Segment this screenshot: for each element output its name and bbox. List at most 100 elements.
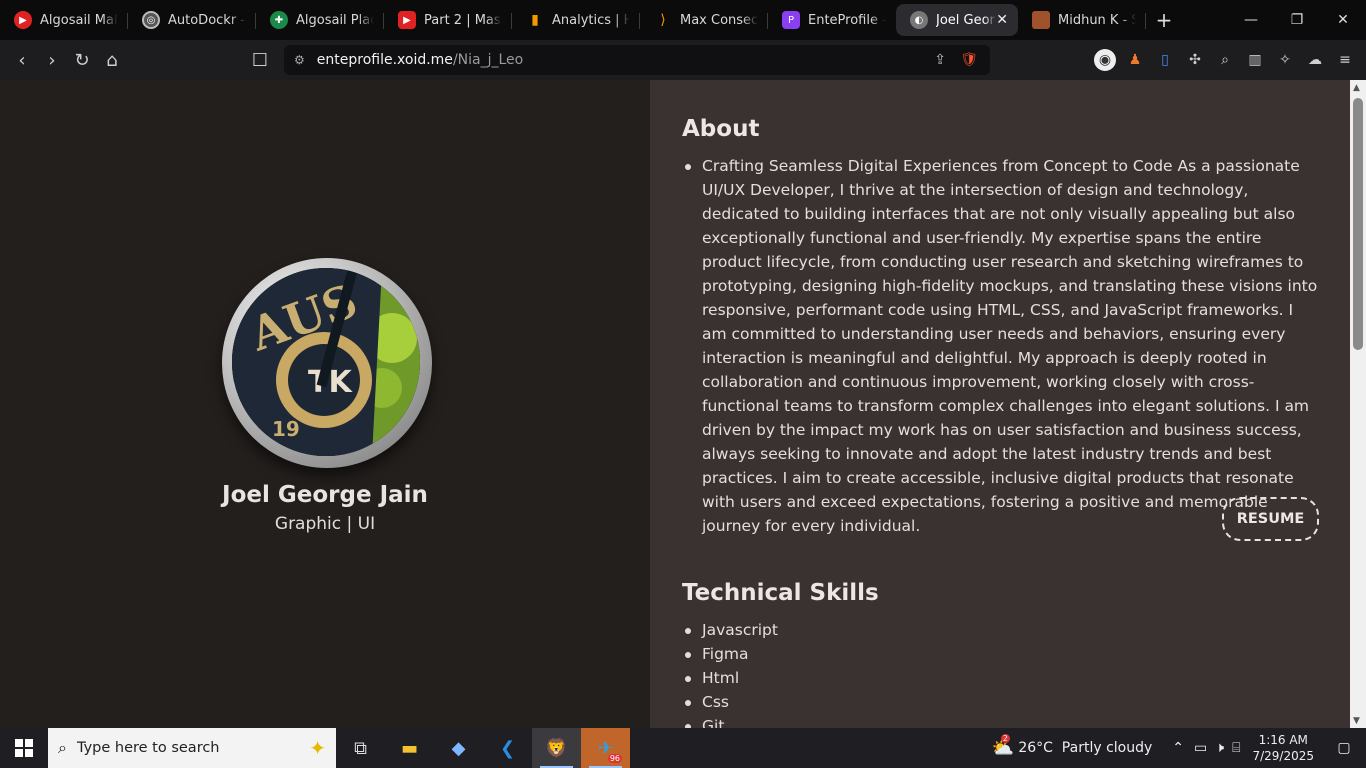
tab-label: Midhun K - So xyxy=(1058,12,1136,28)
about-text: Crafting Seamless Digital Experiences fr… xyxy=(682,154,1322,538)
youtube-icon: ▶ xyxy=(14,11,32,29)
forward-icon[interactable]: › xyxy=(37,45,67,75)
brave-shields-icon[interactable]: 🛡 xyxy=(960,52,978,68)
share-icon[interactable]: ⇪ xyxy=(934,52,946,68)
avatar-frame: AUS TK 19 xyxy=(222,258,432,468)
weather-icon[interactable]: ⛅ 2 xyxy=(992,733,1014,759)
copilot-sparkle-icon: ✦ xyxy=(309,736,326,760)
sidebar-icon[interactable]: ▥ xyxy=(1244,49,1266,71)
skill-item: Git xyxy=(682,714,778,728)
network-icon[interactable]: ⌸ xyxy=(1232,740,1240,756)
about-heading: About xyxy=(682,116,760,142)
vpn-icon[interactable]: ☁ xyxy=(1304,49,1326,71)
show-hidden-icons-icon[interactable]: ⌃ xyxy=(1172,740,1184,756)
skill-item: Figma xyxy=(682,642,778,666)
url-host: enteprofile.xoid.me xyxy=(316,52,453,68)
window-controls: — ❐ ✕ xyxy=(1228,0,1366,40)
clock[interactable]: 1:16 AM 7/29/2025 xyxy=(1244,732,1322,764)
scrollbar-thumb[interactable] xyxy=(1353,98,1363,350)
tab-label: Max Consecuti xyxy=(680,12,758,28)
tab-joel-george-active[interactable]: ◐ Joel Georg ✕ xyxy=(896,4,1018,36)
page-scrollbar[interactable]: ▲ ▼ xyxy=(1350,80,1366,728)
tab-label: Analytics | Hom xyxy=(552,12,630,28)
battery-icon[interactable]: ▭ xyxy=(1194,740,1207,756)
copilot-icon[interactable]: ◆ xyxy=(434,728,483,768)
browser-tab-strip: ▶ Algosail Malaya ◎ AutoDockr - A ✚ Algo… xyxy=(0,0,1366,40)
tab-label: AutoDockr - A xyxy=(168,12,246,28)
minimize-icon[interactable]: — xyxy=(1228,0,1274,40)
tab-label: Algosail Placem xyxy=(296,12,374,28)
webpage: AUS TK 19 Joel George Jain Graphic | UI … xyxy=(0,80,1366,728)
address-bar[interactable]: ⚙ enteprofile.xoid.me/Nia_j_Leo ⇪ 🛡 xyxy=(284,45,990,75)
bookmark-icon[interactable]: ☐ xyxy=(245,45,275,75)
weather-badge: 2 xyxy=(1000,733,1010,743)
scroll-down-icon[interactable]: ▼ xyxy=(1353,716,1360,726)
menu-icon[interactable]: ≡ xyxy=(1334,49,1356,71)
home-icon[interactable]: ⌂ xyxy=(97,45,127,75)
clock-date: 7/29/2025 xyxy=(1252,749,1314,763)
skill-item: Javascript xyxy=(682,618,778,642)
leo-ai-icon[interactable]: ✧ xyxy=(1274,49,1296,71)
profile-panel: AUS TK 19 Joel George Jain Graphic | UI xyxy=(0,80,650,728)
taskbar-search-placeholder: Type here to search xyxy=(76,740,220,756)
tab-algosail-malayalam[interactable]: ▶ Algosail Malaya xyxy=(0,4,128,36)
url-path: /Nia_j_Leo xyxy=(452,52,524,68)
restore-icon[interactable]: ❐ xyxy=(1274,0,1320,40)
close-window-icon[interactable]: ✕ xyxy=(1320,0,1366,40)
enteprofile-icon: P xyxy=(782,11,800,29)
windows-start-icon[interactable] xyxy=(0,728,48,768)
tab-part-2-master[interactable]: ▶ Part 2 | Master xyxy=(384,4,512,36)
algosail-icon: ✚ xyxy=(270,11,288,29)
weather-text[interactable]: 26°C Partly cloudy xyxy=(1018,740,1152,756)
extension-blue-icon[interactable]: ▯ xyxy=(1154,49,1176,71)
back-icon[interactable]: ‹ xyxy=(7,45,37,75)
skill-item: Css xyxy=(682,690,778,714)
leetcode-icon: ⟩ xyxy=(660,12,666,28)
new-tab-button[interactable]: + xyxy=(1146,8,1182,32)
resume-button[interactable]: RESUME xyxy=(1222,497,1319,541)
profile-role: Graphic | UI xyxy=(274,514,376,534)
system-tray: ⛅ 2 26°C Partly cloudy ⌃ ▭ 🕨 ⌸ 1:16 AM 7/… xyxy=(992,728,1366,768)
svg-text:19: 19 xyxy=(272,417,300,441)
tab-label: EnteProfile - Lo xyxy=(808,12,886,28)
tab-enteprofile[interactable]: P EnteProfile - Lo xyxy=(768,4,896,36)
volume-icon[interactable]: 🕨 xyxy=(1215,740,1224,756)
tab-algosail-placement[interactable]: ✚ Algosail Placem xyxy=(256,4,384,36)
tab-analytics[interactable]: ▮ Analytics | Hom xyxy=(512,4,640,36)
skills-heading: Technical Skills xyxy=(682,580,879,606)
close-tab-icon[interactable]: ✕ xyxy=(996,12,1008,28)
extensions-area: ◉ ♟ ▯ ✣ ⌕ ▥ ✧ ☁ ≡ xyxy=(1094,45,1356,75)
profile-photo-icon xyxy=(1032,11,1050,29)
notifications-icon[interactable]: ▢ xyxy=(1322,740,1366,756)
tab-label: Part 2 | Master xyxy=(424,12,502,28)
windows-taskbar: ⌕ Type here to search ✦ ⧉ ▬ ◆ ❮ 🦁 ✈ 96 ⛅ 2… xyxy=(0,728,1366,768)
site-settings-icon[interactable]: ⚙ xyxy=(294,53,305,67)
file-explorer-icon[interactable]: ▬ xyxy=(385,728,434,768)
telegram-taskbar-icon[interactable]: ✈ 96 xyxy=(581,728,630,768)
profile-favicon-icon: ◐ xyxy=(910,11,928,29)
search-icon: ⌕ xyxy=(58,738,67,757)
tab-label: Algosail Malaya xyxy=(40,12,118,28)
profile-name: Joel George Jain xyxy=(222,482,428,508)
skills-list: Javascript Figma Html Css Git xyxy=(682,618,778,728)
telegram-badge: 96 xyxy=(607,754,622,763)
extensions-puzzle-icon[interactable]: ✣ xyxy=(1184,49,1206,71)
extension-orange-icon[interactable]: ♟ xyxy=(1124,49,1146,71)
extension-circle-icon[interactable]: ◉ xyxy=(1094,49,1116,71)
clock-time: 1:16 AM xyxy=(1258,733,1308,747)
tab-search-icon[interactable]: ⌕ xyxy=(1214,49,1236,71)
globe-icon: ◎ xyxy=(142,11,160,29)
reload-icon[interactable]: ↻ xyxy=(67,45,97,75)
scroll-up-icon[interactable]: ▲ xyxy=(1353,83,1360,93)
skill-item: Html xyxy=(682,666,778,690)
analytics-icon: ▮ xyxy=(531,12,539,28)
tab-max-consecutive[interactable]: ⟩ Max Consecuti xyxy=(640,4,768,36)
brave-taskbar-icon[interactable]: 🦁 xyxy=(532,728,581,768)
tab-midhun-k[interactable]: Midhun K - So xyxy=(1018,4,1146,36)
taskbar-search-box[interactable]: ⌕ Type here to search ✦ xyxy=(48,728,336,768)
tab-autodockr[interactable]: ◎ AutoDockr - A xyxy=(128,4,256,36)
about-list: Crafting Seamless Digital Experiences fr… xyxy=(682,154,1322,538)
task-view-icon[interactable]: ⧉ xyxy=(336,728,385,768)
avatar: AUS TK 19 xyxy=(232,268,420,456)
vscode-icon[interactable]: ❮ xyxy=(483,728,532,768)
